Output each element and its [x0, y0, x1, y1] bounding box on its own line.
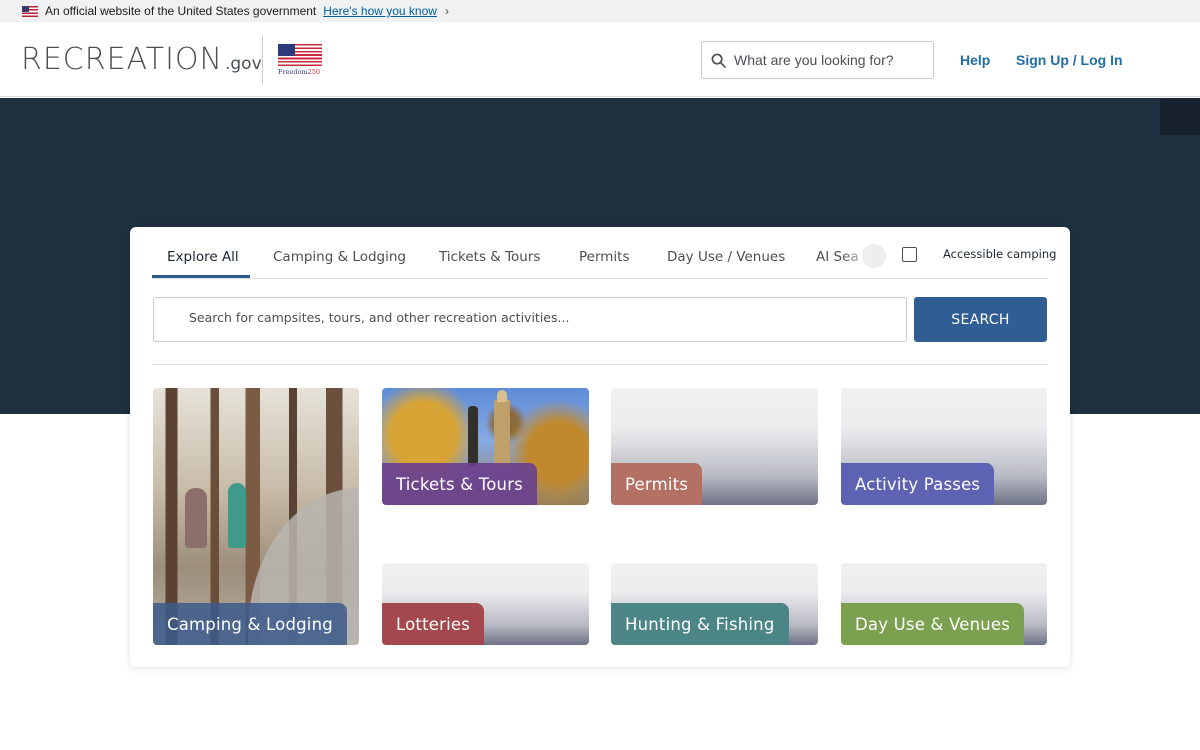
recreation-gov-logo[interactable]: RECREATION .gov — [21, 40, 262, 80]
accessible-camping-checkbox[interactable] — [902, 247, 917, 262]
tab-day-use-venues[interactable]: Day Use / Venues — [667, 249, 785, 265]
tile-lotteries[interactable]: Lotteries — [382, 563, 589, 645]
search-tabs: Explore All Camping & Lodging Tickets & … — [152, 241, 1056, 279]
header-search-input[interactable] — [734, 52, 924, 68]
logo-wordmark: RECREATION — [21, 42, 223, 77]
tile-label-text: Lotteries — [396, 614, 471, 634]
search-icon — [711, 53, 726, 68]
hero-corner-control[interactable] — [1160, 98, 1200, 135]
header-search-box[interactable] — [701, 41, 934, 79]
freedom-label: Freedom — [278, 68, 308, 76]
tile-label-text: Tickets & Tours — [396, 474, 523, 494]
main-search-input[interactable] — [189, 310, 889, 325]
active-tab-indicator — [152, 275, 250, 278]
us-flag-icon — [22, 5, 38, 17]
tile-day-use-venues[interactable]: Day Use & Venues — [841, 563, 1047, 645]
tower-image — [494, 390, 510, 470]
freedom-number: 250 — [307, 68, 320, 76]
search-button[interactable]: SEARCH — [914, 297, 1047, 342]
main-search-box[interactable] — [153, 297, 907, 342]
tile-label: Tickets & Tours — [382, 463, 537, 505]
gov-banner-text: An official website of the United States… — [45, 4, 317, 18]
search-card: Explore All Camping & Lodging Tickets & … — [130, 227, 1070, 667]
site-header: RECREATION .gov Freedom250 Help Sign Up … — [0, 22, 1200, 97]
freedom-250-logo[interactable]: Freedom250 — [278, 44, 322, 76]
tile-label-text: Day Use & Venues — [855, 614, 1011, 634]
tile-hunting-fishing[interactable]: Hunting & Fishing — [611, 563, 818, 645]
tile-label-text: Camping & Lodging — [167, 614, 333, 634]
tab-scroll-button[interactable] — [862, 244, 886, 268]
accessible-camping-label[interactable]: Accessible camping — [943, 247, 1056, 261]
freedom-flag-icon — [278, 44, 322, 66]
tile-label: Activity Passes — [841, 463, 995, 505]
logo-suffix: .gov — [224, 54, 262, 74]
tile-label: Hunting & Fishing — [611, 603, 789, 645]
tab-explore-all[interactable]: Explore All — [167, 249, 239, 265]
help-link[interactable]: Help — [960, 52, 990, 68]
sign-up-log-in-link[interactable]: Sign Up / Log In — [1016, 52, 1123, 68]
camper-figure — [228, 483, 246, 548]
tile-label: Permits — [611, 463, 703, 505]
tile-label-text: Hunting & Fishing — [625, 614, 775, 634]
tab-tickets-tours[interactable]: Tickets & Tours — [439, 249, 540, 265]
tile-activity-passes[interactable]: Activity Passes — [841, 388, 1047, 505]
logo-divider — [262, 36, 263, 84]
tile-label: Camping & Lodging — [153, 603, 347, 645]
tile-label-text: Activity Passes — [855, 474, 981, 494]
tab-camping-lodging[interactable]: Camping & Lodging — [273, 249, 406, 265]
tile-permits[interactable]: Permits — [611, 388, 818, 505]
tile-tickets-tours[interactable]: Tickets & Tours — [382, 388, 589, 505]
gov-banner: An official website of the United States… — [0, 0, 1200, 22]
tab-permits[interactable]: Permits — [579, 249, 630, 265]
tile-camping-lodging[interactable]: Camping & Lodging — [153, 388, 359, 645]
tile-label: Day Use & Venues — [841, 603, 1025, 645]
camper-figure — [185, 488, 207, 548]
statue-image — [468, 406, 478, 466]
tile-label: Lotteries — [382, 603, 485, 645]
card-divider — [152, 364, 1048, 365]
tile-label-text: Permits — [625, 474, 689, 494]
chevron-right-icon[interactable]: › — [445, 4, 449, 18]
heres-how-you-know-link[interactable]: Here's how you know — [323, 4, 437, 18]
